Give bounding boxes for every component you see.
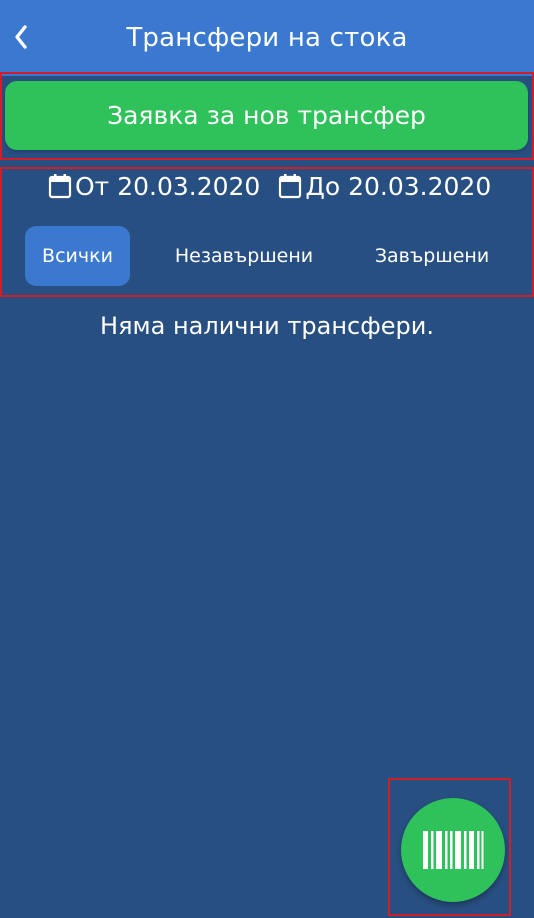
new-transfer-request-button[interactable]: Заявка за нов трансфер [5, 81, 528, 150]
date-filter: От 20.03.2020 До 20.03.2020 [48, 168, 508, 204]
calendar-icon [278, 172, 304, 200]
tab-incomplete[interactable]: Незавършени [150, 226, 338, 286]
scan-barcode-button[interactable] [401, 798, 505, 902]
barcode-icon [423, 831, 484, 869]
page-title: Трансфери на стока [126, 23, 408, 53]
tab-completed[interactable]: Завършени [352, 226, 512, 286]
date-from-label: От 20.03.2020 [75, 171, 261, 201]
stock-transfers-screen: Трансфери на стока Заявка за нов трансфе… [0, 0, 534, 918]
back-button[interactable] [6, 18, 36, 56]
tab-all[interactable]: Всички [25, 226, 130, 286]
app-header: Трансфери на стока [0, 0, 534, 76]
chevron-left-icon [15, 25, 27, 49]
status-tabs: Всички Незавършени Завършени [0, 226, 534, 286]
date-to-picker[interactable]: До 20.03.2020 [278, 172, 491, 201]
date-from-picker[interactable]: От 20.03.2020 [48, 172, 260, 201]
empty-state-message: Няма налични трансфери. [100, 312, 434, 340]
date-to-label: До 20.03.2020 [305, 171, 492, 201]
calendar-icon [48, 172, 74, 200]
